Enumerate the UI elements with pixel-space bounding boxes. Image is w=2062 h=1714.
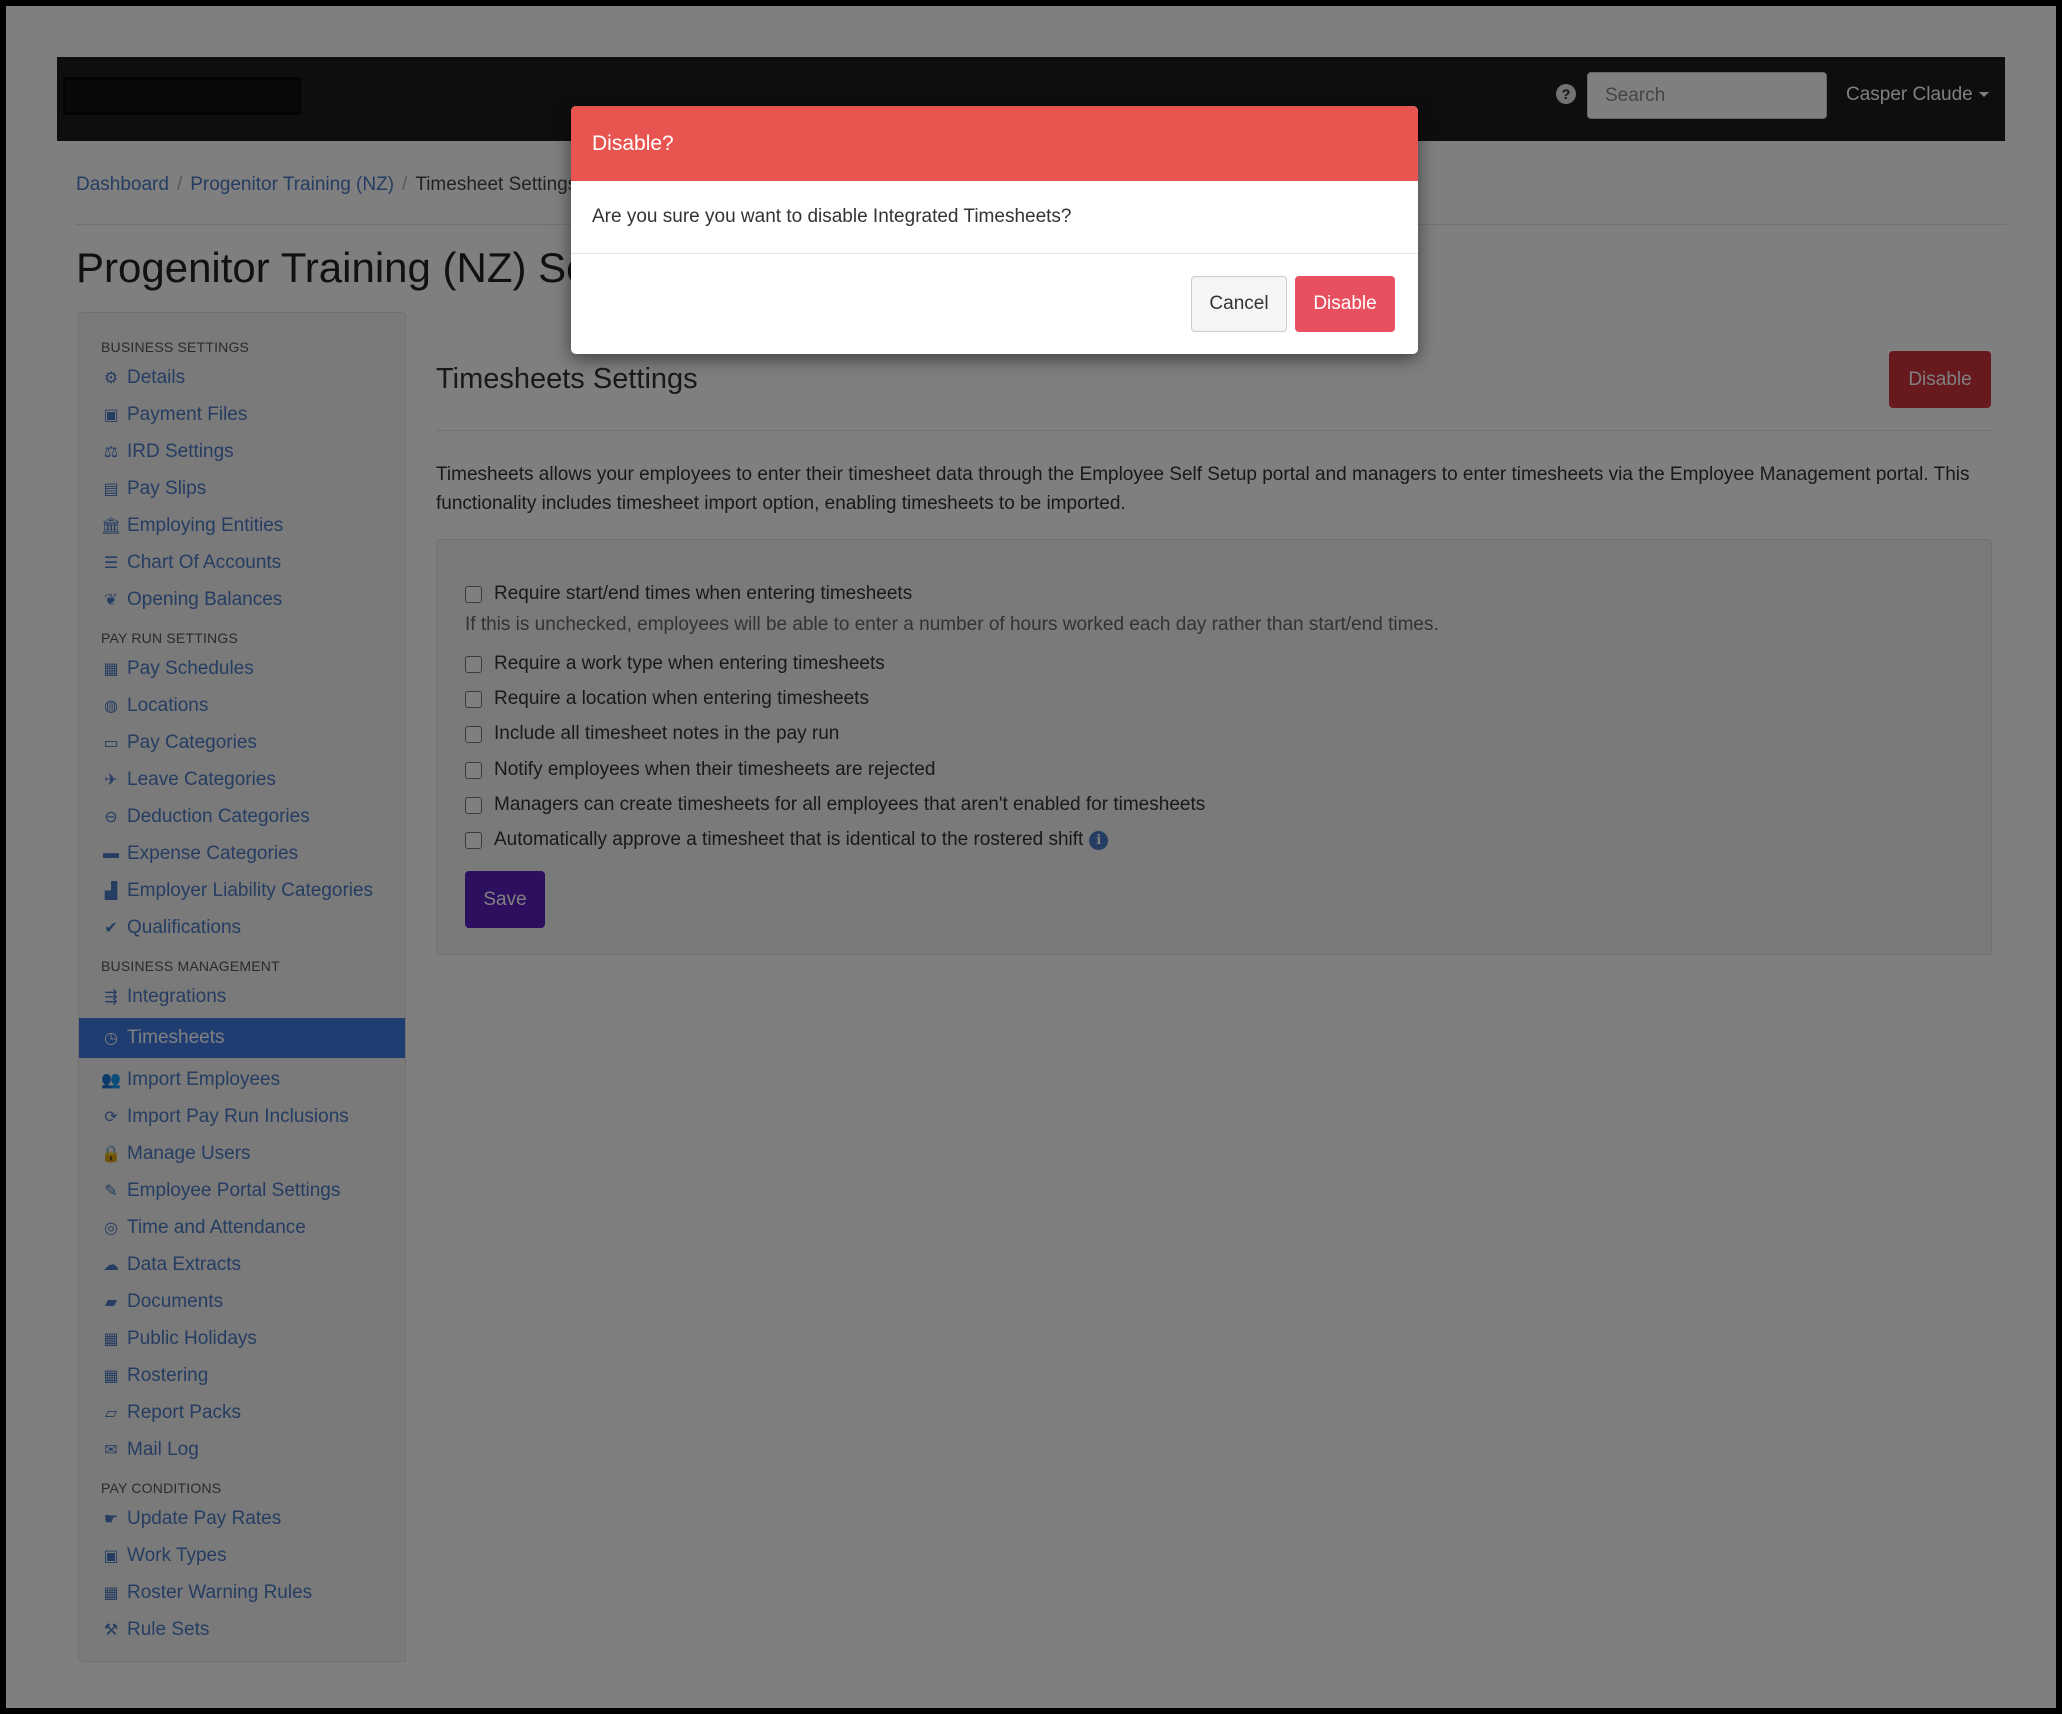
modal-body: Are you sure you want to disable Integra… bbox=[571, 181, 1418, 254]
confirm-disable-button[interactable]: Disable bbox=[1295, 276, 1395, 332]
app-window: ? Casper Claude Dashboard/Progenitor Tra… bbox=[6, 6, 2056, 1708]
cancel-button[interactable]: Cancel bbox=[1191, 276, 1287, 332]
modal-footer: Cancel Disable bbox=[571, 254, 1418, 354]
disable-confirm-dialog: Disable? Are you sure you want to disabl… bbox=[571, 106, 1418, 354]
modal-header: Disable? bbox=[571, 106, 1418, 181]
modal-title: Disable? bbox=[592, 131, 674, 155]
modal-message: Are you sure you want to disable Integra… bbox=[592, 206, 1072, 227]
